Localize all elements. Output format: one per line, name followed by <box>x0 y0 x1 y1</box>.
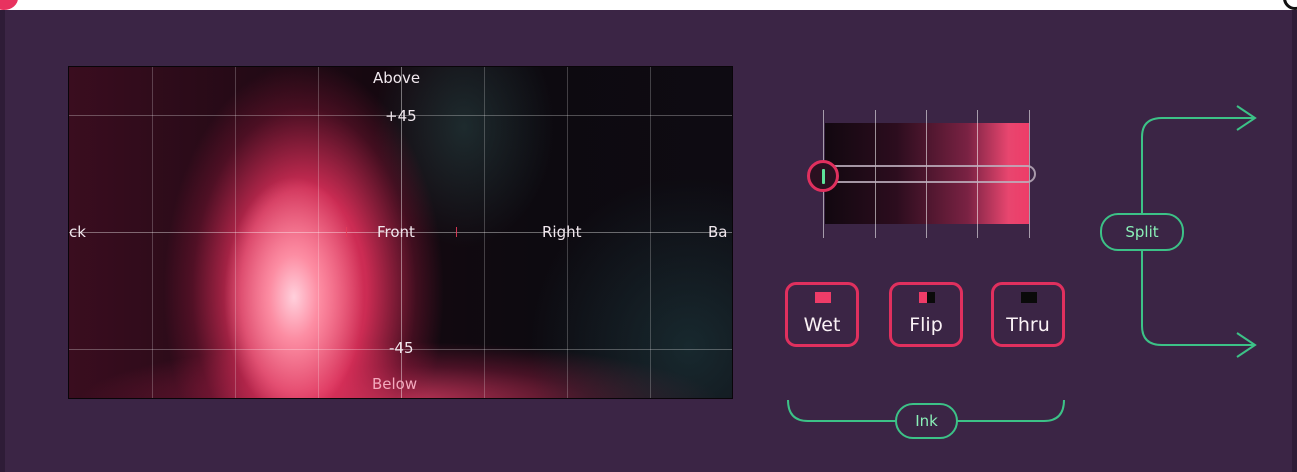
split-button[interactable]: Split <box>1100 213 1184 251</box>
ink-button[interactable]: Ink <box>895 403 958 439</box>
